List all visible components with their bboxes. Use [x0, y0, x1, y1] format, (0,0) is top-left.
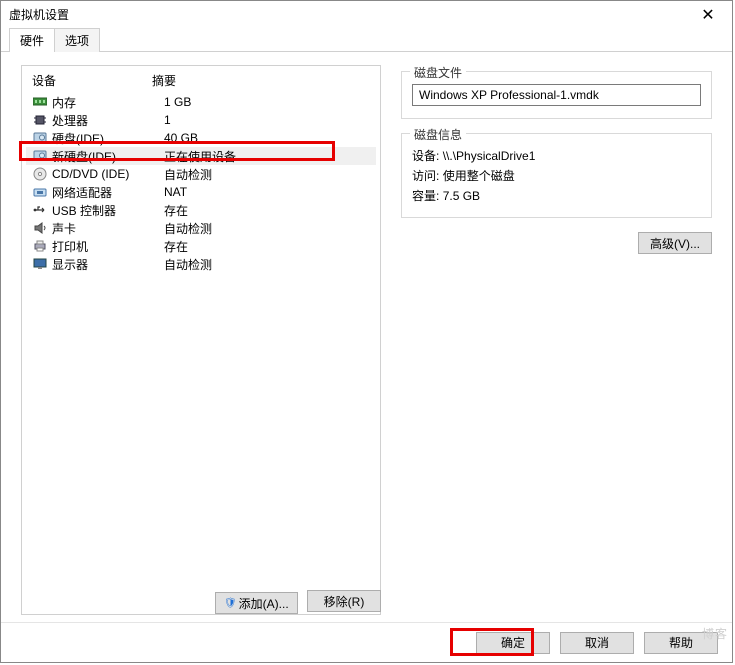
memory-icon — [32, 94, 48, 110]
tab-options[interactable]: 选项 — [54, 28, 100, 52]
sound-icon — [32, 220, 48, 236]
printer-icon — [32, 238, 48, 254]
advanced-row: 高级(V)... — [401, 232, 712, 254]
hw-row-cddvd[interactable]: CD/DVD (IDE) 自动检测 — [26, 165, 376, 183]
content-area: 设备 摘要 内存 1 GB 处理器 1 硬盘(IDE) 40 GB — [9, 55, 724, 618]
disk-file-label: 磁盘文件 — [410, 64, 466, 81]
dialog-footer: 确定 取消 帮助 — [1, 622, 732, 662]
disk-info-device: 设备: \\.\PhysicalDrive1 — [412, 147, 701, 164]
hw-name: 显示器 — [52, 256, 164, 273]
hw-row-display[interactable]: 显示器 自动检测 — [26, 255, 376, 273]
hw-name: 网络适配器 — [52, 184, 164, 201]
hw-summary: 1 — [164, 113, 370, 127]
hw-summary: 存在 — [164, 202, 370, 219]
hw-summary: NAT — [164, 185, 370, 199]
hw-name: USB 控制器 — [52, 202, 164, 219]
cpu-icon — [32, 112, 48, 128]
help-button[interactable]: 帮助 — [644, 632, 718, 654]
hardware-buttons: 🛡添加(A)... 移除(R) — [21, 590, 381, 614]
network-icon — [32, 184, 48, 200]
disk-info-label: 磁盘信息 — [410, 126, 466, 143]
hw-name: 声卡 — [52, 220, 164, 237]
display-icon — [32, 256, 48, 272]
disk-info-group: 磁盘信息 设备: \\.\PhysicalDrive1 访问: 使用整个磁盘 容… — [401, 133, 712, 218]
hw-summary: 自动检测 — [164, 166, 370, 183]
hw-row-hdd[interactable]: 硬盘(IDE) 40 GB — [26, 129, 376, 147]
hw-name: 处理器 — [52, 112, 164, 129]
hw-summary: 存在 — [164, 238, 370, 255]
access-label: 访问: — [412, 169, 439, 183]
hdd-icon — [32, 130, 48, 146]
hardware-panel: 设备 摘要 内存 1 GB 处理器 1 硬盘(IDE) 40 GB — [21, 65, 381, 615]
advanced-button[interactable]: 高级(V)... — [638, 232, 712, 254]
right-panel: 磁盘文件 磁盘信息 设备: \\.\PhysicalDrive1 访问: 使用整… — [401, 65, 712, 254]
hw-summary: 自动检测 — [164, 256, 370, 273]
window-title: 虚拟机设置 — [9, 6, 69, 23]
hw-row-printer[interactable]: 打印机 存在 — [26, 237, 376, 255]
hw-summary: 自动检测 — [164, 220, 370, 237]
hw-row-memory[interactable]: 内存 1 GB — [26, 93, 376, 111]
device-value: \\.\PhysicalDrive1 — [443, 149, 536, 163]
hardware-header: 设备 摘要 — [22, 66, 380, 93]
ok-button[interactable]: 确定 — [476, 632, 550, 654]
capacity-label: 容量: — [412, 189, 439, 203]
hardware-list[interactable]: 内存 1 GB 处理器 1 硬盘(IDE) 40 GB 新硬盘(IDE) 正在使… — [22, 93, 380, 273]
col-summary: 摘要 — [152, 72, 370, 89]
col-device: 设备 — [32, 72, 152, 89]
hw-summary: 40 GB — [164, 131, 370, 145]
device-label: 设备: — [412, 149, 439, 163]
shield-icon: 🛡 — [224, 598, 237, 609]
add-button[interactable]: 🛡添加(A)... — [215, 592, 298, 614]
titlebar: 虚拟机设置 ✕ — [1, 1, 732, 28]
vm-settings-window: 虚拟机设置 ✕ 硬件 选项 设备 摘要 内存 1 GB 处理器 1 — [0, 0, 733, 663]
cancel-button[interactable]: 取消 — [560, 632, 634, 654]
hw-name: 打印机 — [52, 238, 164, 255]
hw-row-newhdd[interactable]: 新硬盘(IDE) 正在使用设备 — [26, 147, 376, 165]
remove-button[interactable]: 移除(R) — [307, 590, 381, 612]
hw-name: 新硬盘(IDE) — [52, 148, 164, 165]
cd-icon — [32, 166, 48, 182]
tabstrip: 硬件 选项 — [1, 28, 732, 52]
usb-icon — [32, 202, 48, 218]
disk-info-capacity: 容量: 7.5 GB — [412, 187, 701, 204]
hw-summary: 正在使用设备 — [164, 148, 370, 165]
hw-row-usb[interactable]: USB 控制器 存在 — [26, 201, 376, 219]
disk-file-group: 磁盘文件 — [401, 71, 712, 119]
hw-row-cpu[interactable]: 处理器 1 — [26, 111, 376, 129]
hw-name: 硬盘(IDE) — [52, 130, 164, 147]
add-button-label: 添加(A)... — [239, 595, 289, 612]
hw-name: CD/DVD (IDE) — [52, 167, 164, 181]
hdd-icon — [32, 148, 48, 164]
hw-row-net[interactable]: 网络适配器 NAT — [26, 183, 376, 201]
capacity-value: 7.5 GB — [443, 189, 480, 203]
hw-name: 内存 — [52, 94, 164, 111]
close-button[interactable]: ✕ — [688, 4, 728, 26]
hw-summary: 1 GB — [164, 95, 370, 109]
hw-row-sound[interactable]: 声卡 自动检测 — [26, 219, 376, 237]
disk-info-access: 访问: 使用整个磁盘 — [412, 167, 701, 184]
disk-file-field[interactable] — [412, 84, 701, 106]
tab-hardware[interactable]: 硬件 — [9, 28, 55, 52]
access-value: 使用整个磁盘 — [443, 169, 515, 183]
